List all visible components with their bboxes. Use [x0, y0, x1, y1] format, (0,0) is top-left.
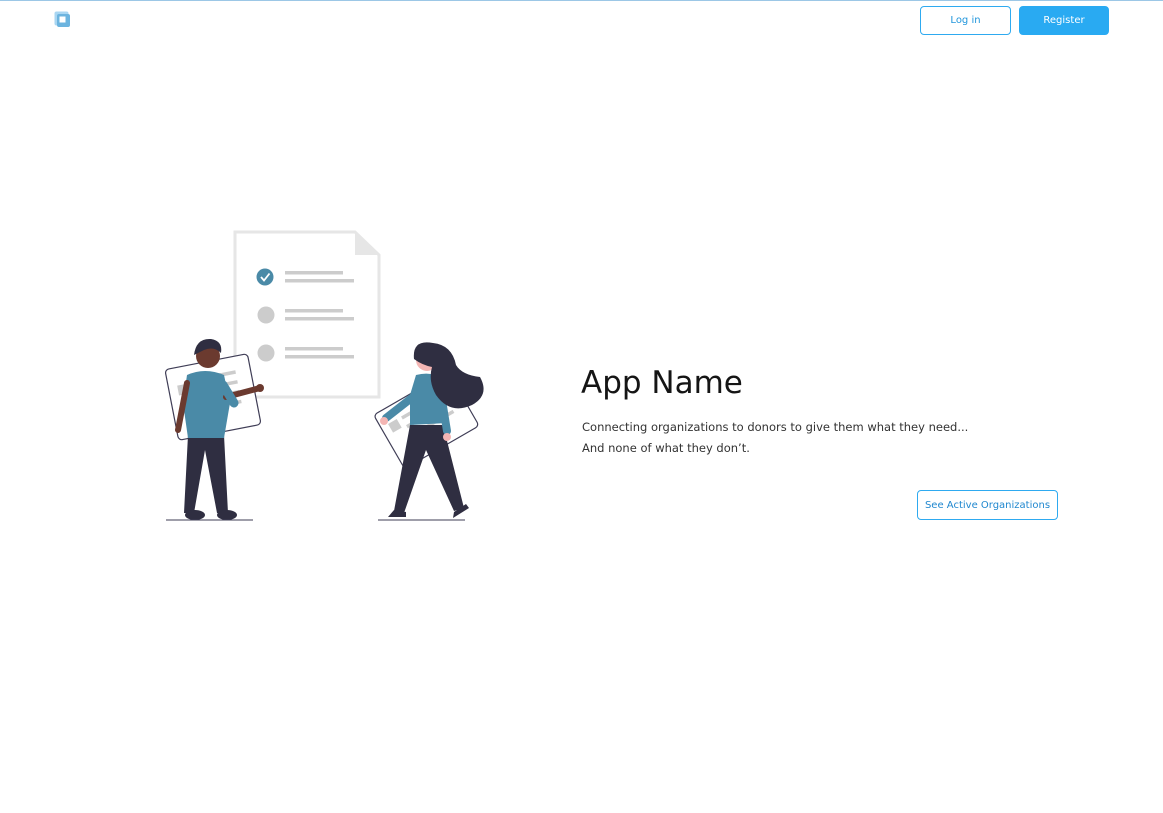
man-figure — [164, 338, 264, 521]
login-button[interactable]: Log in — [920, 6, 1011, 35]
register-button[interactable]: Register — [1019, 6, 1109, 35]
woman-figure — [374, 342, 484, 521]
see-active-organizations-button[interactable]: See Active Organizations — [917, 490, 1058, 520]
app-title: App Name — [581, 365, 743, 401]
checklist-illustration — [150, 225, 500, 525]
document-graphic — [233, 230, 381, 399]
app-logo-icon[interactable] — [54, 11, 71, 28]
tagline-line-2: And none of what they don’t. — [582, 441, 750, 455]
hero-tagline: Connecting organizations to donors to gi… — [582, 417, 968, 459]
tagline-line-1: Connecting organizations to donors to gi… — [582, 420, 969, 434]
top-border — [0, 0, 1163, 1]
